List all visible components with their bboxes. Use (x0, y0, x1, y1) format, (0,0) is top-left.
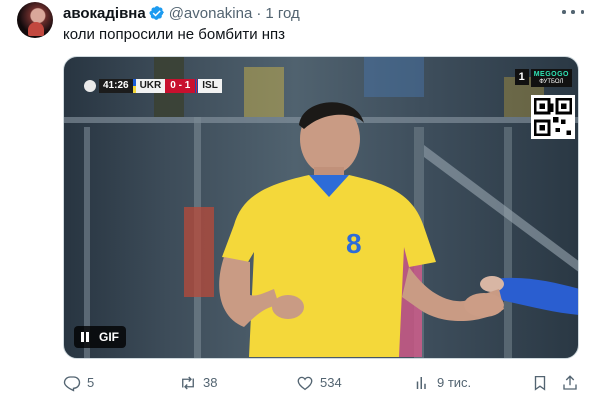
like-icon (297, 376, 313, 391)
ball-icon (84, 80, 96, 92)
repost-button[interactable]: 38 (179, 374, 217, 392)
action-bar: 5 38 534 9 тис. (63, 374, 579, 392)
like-button[interactable]: 534 (296, 374, 342, 392)
home-team: UKR (135, 79, 166, 93)
separator: · (256, 4, 262, 22)
views-count: 9 тис. (437, 375, 472, 390)
score: 0 - 1 (165, 79, 196, 93)
away-team: ISL (198, 79, 222, 93)
scorebug: 41:26 UKR 0 - 1 ISL (84, 79, 222, 93)
bookmark-button[interactable] (531, 374, 555, 392)
jersey-number: 8 (346, 228, 362, 259)
repost-count: 38 (203, 375, 218, 390)
bookmark-icon (534, 375, 546, 391)
channel-sub: ФУТБОЛ (530, 79, 572, 87)
repost-icon (182, 376, 194, 390)
reply-icon (63, 376, 81, 392)
tweet-header: авокадівна @avonakina · 1 год (63, 4, 300, 22)
channel-name: MEGOGO (530, 69, 572, 79)
match-clock: 41:26 (99, 79, 133, 93)
gif-media[interactable]: 8 41:26 UKR 0 - 1 ISL 1 MEGOGO ФУТБОЛ GI… (63, 56, 579, 359)
like-count: 534 (320, 375, 342, 390)
pause-icon[interactable] (81, 332, 91, 342)
handle[interactable]: @avonakina (169, 5, 253, 22)
share-icon (563, 375, 577, 390)
reply-button[interactable]: 5 (63, 374, 94, 392)
channel-number: 1 (514, 69, 529, 85)
qr-code-icon (531, 95, 575, 139)
player-illustration: 8 (64, 57, 578, 358)
avatar[interactable] (17, 2, 53, 38)
gif-label: GIF (99, 330, 119, 344)
display-name[interactable]: авокадівна (63, 5, 146, 22)
more-icon[interactable] (562, 4, 584, 20)
views-button[interactable]: 9 тис. (413, 374, 471, 392)
channel-logo: 1 MEGOGO ФУТБОЛ (514, 69, 572, 87)
gif-badge[interactable]: GIF (74, 326, 126, 348)
timestamp[interactable]: 1 год (265, 5, 299, 22)
verified-icon (149, 6, 164, 20)
share-button[interactable] (561, 374, 585, 392)
views-icon (416, 377, 426, 389)
reply-count: 5 (87, 375, 95, 390)
tweet-text: коли попросили не бомбити нпз (63, 26, 286, 43)
